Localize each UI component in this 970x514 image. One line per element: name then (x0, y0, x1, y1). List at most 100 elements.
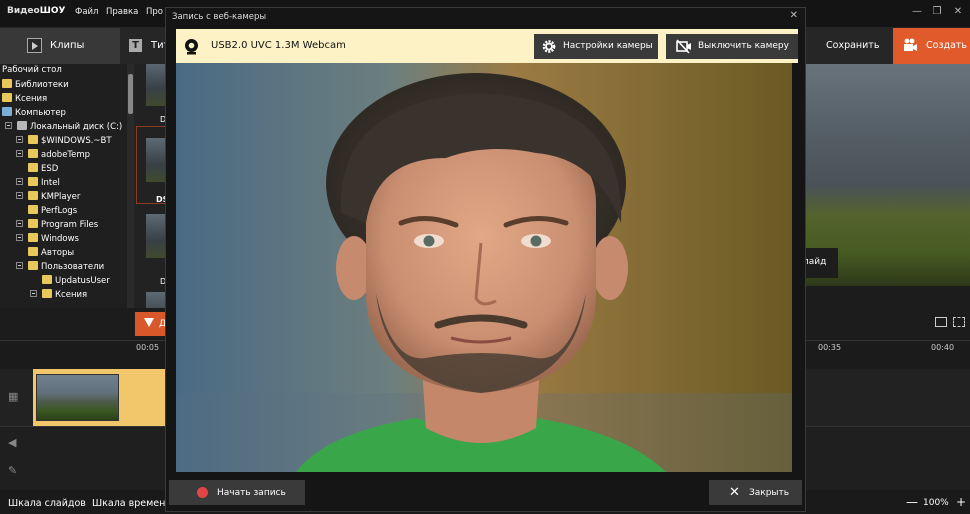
file-thumbnails[interactable]: D DS D (134, 64, 165, 308)
file-label: DS (156, 195, 165, 204)
webcam-frame (176, 63, 792, 472)
zoom-out-button[interactable]: — (906, 495, 918, 509)
tab-clips[interactable]: Клипы (0, 28, 120, 64)
tree-item-label: PerfLogs (41, 206, 78, 216)
close-icon: ✕ (729, 485, 740, 500)
tree-item[interactable]: Компьютер (2, 107, 66, 121)
tree-item-label: Program Files (41, 220, 99, 230)
webcam-dialog: Запись с веб-камеры ✕ USB2.0 UVC 1.3M We… (165, 7, 806, 512)
camera-toolbar: USB2.0 UVC 1.3M Webcam Настройки камеры … (176, 29, 798, 63)
tree-item-label: Локальный диск (C:) (30, 122, 123, 132)
menu-edit[interactable]: Правка (106, 7, 138, 17)
tree-item-label: adobeTemp (41, 150, 91, 160)
file-thumbnail[interactable] (146, 64, 165, 106)
camera-settings-button[interactable]: Настройки камеры (534, 34, 658, 59)
ruler-tick: 00:40 (931, 343, 955, 352)
tree-item-label: $WINDOWS.~BT (41, 136, 112, 146)
add-to-project-button[interactable]: Д (135, 312, 166, 336)
maximize-button[interactable]: ❐ (930, 6, 944, 17)
tree-item[interactable]: KMPlayer (16, 191, 80, 205)
folder-icon (28, 163, 38, 172)
clip-thumbnail[interactable] (36, 374, 119, 421)
tree-scrollbar[interactable] (127, 64, 134, 308)
tree-item[interactable]: UpdatusUser (30, 275, 110, 289)
tree-item[interactable]: Библиотеки (2, 79, 69, 93)
tree-item-label: KMPlayer (41, 192, 81, 202)
tree-item[interactable]: Авторы (16, 247, 74, 261)
tab-time-scale[interactable]: Шкала времени (92, 498, 172, 509)
folder-tree[interactable]: Рабочий стол Библиотеки Ксения Компьютер Лок… (0, 64, 128, 308)
folder-icon (28, 191, 38, 200)
window-close-button[interactable]: ✕ (951, 6, 965, 17)
record-icon (197, 487, 208, 498)
zoom-in-button[interactable]: + (956, 495, 966, 509)
menu-file[interactable]: Файл (75, 7, 98, 17)
expander-icon[interactable] (16, 150, 23, 157)
tree-item-label: Компьютер (15, 108, 66, 118)
tree-item[interactable]: Пользователи (16, 261, 104, 275)
tree-item[interactable]: Program Files (16, 219, 98, 233)
text-icon: T (129, 39, 142, 52)
start-recording-button[interactable]: Начать запись (169, 480, 305, 505)
expander-icon[interactable] (16, 136, 23, 143)
tree-item[interactable]: Рабочий стол (2, 65, 62, 79)
snapshot-icon[interactable] (935, 317, 947, 327)
menu-project[interactable]: Про (146, 7, 163, 17)
tree-item-label: Intel (41, 178, 60, 188)
close-button[interactable]: ✕ Закрыть (709, 480, 802, 505)
expander-icon[interactable] (16, 220, 23, 227)
speaker-icon: ◀ (8, 436, 17, 449)
dialog-title: Запись с веб-камеры (172, 12, 267, 22)
file-thumbnail[interactable] (146, 292, 165, 308)
ruler-tick: 00:35 (818, 343, 842, 352)
film-icon: ▦ (8, 390, 19, 403)
tree-item[interactable]: Локальный диск (C:) (5, 121, 122, 135)
tree-item-label: ESD (41, 164, 59, 174)
disk-icon (17, 121, 27, 130)
create-button[interactable]: Создать (893, 28, 970, 64)
fullscreen-icon[interactable] (953, 317, 965, 327)
folder-icon (28, 135, 38, 144)
disable-camera-button[interactable]: Выключить камеру (666, 34, 798, 59)
microphone-icon: ✎ (8, 464, 18, 477)
expander-icon[interactable] (16, 234, 23, 241)
expander-icon[interactable] (16, 178, 23, 185)
camera-off-icon (676, 39, 691, 54)
tree-item[interactable]: adobeTemp (16, 149, 90, 163)
expander-icon[interactable] (16, 262, 23, 269)
folder-icon (28, 177, 38, 186)
zoom-level: 100% (923, 498, 949, 508)
folder-icon (2, 79, 12, 88)
tree-item[interactable]: Intel (16, 177, 60, 191)
file-thumbnail[interactable] (146, 214, 165, 258)
camera-name: USB2.0 UVC 1.3M Webcam (211, 40, 346, 51)
tree-item[interactable]: Ксения (30, 289, 87, 303)
expander-icon[interactable] (5, 122, 12, 129)
tab-slide-scale[interactable]: Шкала слайдов (8, 498, 86, 509)
tree-item[interactable]: $WINDOWS.~BT (16, 135, 112, 149)
tree-item-label: Рабочий стол (2, 65, 62, 75)
expander-icon[interactable] (16, 192, 23, 199)
tree-item-label: Библиотеки (15, 80, 69, 90)
save-button[interactable]: Сохранить (826, 40, 879, 51)
folder-icon (2, 93, 12, 102)
expander-icon[interactable] (30, 290, 37, 297)
tree-item[interactable]: ESD (16, 163, 58, 177)
scroll-thumb[interactable] (128, 74, 133, 114)
tree-item[interactable]: Ксения (2, 93, 47, 107)
tab-titles[interactable]: T Тит (125, 28, 169, 64)
file-thumbnail[interactable] (146, 138, 165, 182)
download-arrow-icon (144, 318, 154, 327)
minimize-button[interactable]: — (910, 6, 924, 17)
tree-item-label: Авторы (41, 248, 75, 258)
video-camera-icon (904, 38, 917, 51)
dialog-close-icon[interactable]: ✕ (790, 10, 798, 21)
tree-item-label: Ксения (15, 94, 48, 104)
folder-icon (28, 233, 38, 242)
folder-icon (28, 219, 38, 228)
tree-item-label: Windows (41, 234, 79, 244)
tree-item[interactable]: Windows (16, 233, 79, 247)
folder-icon (28, 149, 38, 158)
tree-item[interactable]: PerfLogs (16, 205, 77, 219)
play-icon (27, 38, 42, 53)
